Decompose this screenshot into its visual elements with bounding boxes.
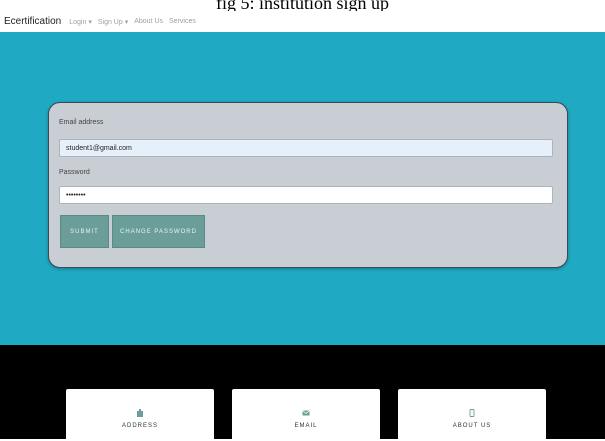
- submit-button[interactable]: SUBMIT: [60, 215, 109, 248]
- nav-about-us[interactable]: About Us: [134, 18, 163, 25]
- footer-email-label: EMAIL: [294, 423, 318, 429]
- footer-card-address: ADDRESS: [66, 389, 214, 441]
- email-value: student1@gmail.com: [66, 144, 132, 152]
- login-form-card: Email address student1@gmail.com Passwor…: [48, 102, 568, 268]
- footer-address-label: ADDRESS: [121, 423, 158, 429]
- nav-login[interactable]: Login ▾: [69, 18, 92, 26]
- phone-icon: [469, 409, 475, 417]
- brand-logo[interactable]: Ecertification: [4, 16, 61, 27]
- footer-card-email: EMAIL: [232, 389, 380, 441]
- password-field[interactable]: ••••••••: [59, 186, 553, 204]
- email-field[interactable]: student1@gmail.com: [59, 139, 553, 157]
- password-value: ••••••••: [66, 191, 86, 199]
- footer-card-about-us: ABOUT US: [398, 389, 546, 441]
- nav-signup[interactable]: Sign Up ▾: [98, 18, 128, 26]
- nav-services[interactable]: Services: [169, 18, 196, 25]
- building-icon: [137, 409, 143, 417]
- password-label: Password: [59, 169, 90, 176]
- hero-section: Email address student1@gmail.com Passwor…: [0, 32, 605, 345]
- footer: ADDRESS EMAIL ABOUT US: [0, 345, 605, 441]
- envelope-icon: [302, 410, 310, 416]
- email-label: Email address: [59, 119, 104, 126]
- navbar: Ecertification Login ▾ Sign Up ▾ About U…: [0, 11, 605, 32]
- change-password-button[interactable]: CHANGE PASSWORD: [112, 215, 205, 248]
- footer-about-us-label: ABOUT US: [452, 423, 492, 429]
